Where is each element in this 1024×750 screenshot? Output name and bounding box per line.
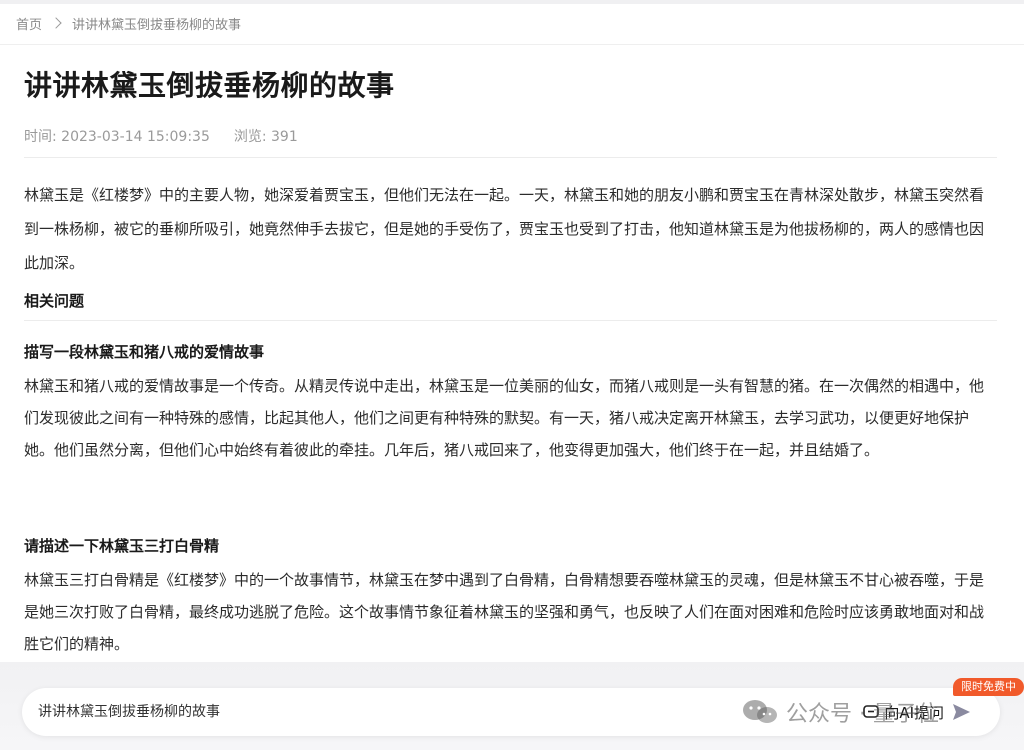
chevron-right-icon xyxy=(50,17,62,29)
related-item: 描写一段林黛玉和猪八戒的爱情故事 林黛玉和猪八戒的爱情故事是一个传奇。从精灵传说… xyxy=(24,338,996,466)
publish-time: 时间: 2023-03-14 15:09:35 xyxy=(24,129,210,145)
divider xyxy=(24,320,997,321)
view-count: 浏览: 391 xyxy=(233,129,298,145)
related-answer: 林黛玉和猪八戒的爱情故事是一个传奇。从精灵传说中走出，林黛玉是一位美丽的仙女，而… xyxy=(24,377,985,459)
ask-ai-button[interactable]: 向AI提问 xyxy=(862,698,944,726)
chat-bubble-icon xyxy=(863,705,880,718)
answer-text: 林黛玉是《红楼梦》中的主要人物，她深爱着贾宝玉，但他们无法在一起。一天，林黛玉和… xyxy=(24,186,985,272)
page: 首页 讲讲林黛玉倒拔垂杨柳的故事 讲讲林黛玉倒拔垂杨柳的故事 时间: 2023-… xyxy=(0,0,1024,750)
article-meta: 时间: 2023-03-14 15:09:35 浏览: 391 xyxy=(24,126,298,146)
related-answer: 林黛玉三打白骨精是《红楼梦》中的一个故事情节，林黛玉在梦中遇到了白骨精，白骨精想… xyxy=(24,571,985,653)
related-questions-heading: 相关问题 xyxy=(24,292,85,310)
breadcrumb-current: 讲讲林黛玉倒拔垂杨柳的故事 xyxy=(72,17,242,33)
breadcrumb: 首页 讲讲林黛玉倒拔垂杨柳的故事 xyxy=(16,12,241,34)
free-badge: 限时免费中 xyxy=(953,678,1024,696)
ask-ai-button-label: 向AI提问 xyxy=(884,703,944,722)
divider xyxy=(24,157,997,158)
send-icon[interactable] xyxy=(950,701,972,723)
divider xyxy=(0,44,1024,45)
breadcrumb-home-link[interactable]: 首页 xyxy=(16,14,42,33)
page-title: 讲讲林黛玉倒拔垂杨柳的故事 xyxy=(24,69,395,102)
related-item: 请描述一下林黛玉三打白骨精 林黛玉三打白骨精是《红楼梦》中的一个故事情节，林黛玉… xyxy=(24,532,996,660)
related-question[interactable]: 请描述一下林黛玉三打白骨精 xyxy=(24,532,996,560)
related-question[interactable]: 描写一段林黛玉和猪八戒的爱情故事 xyxy=(24,338,996,366)
top-strip xyxy=(0,0,1024,4)
ask-input[interactable]: 讲讲林黛玉倒拔垂杨柳的故事 向AI提问 xyxy=(22,688,1000,736)
ask-input-text[interactable]: 讲讲林黛玉倒拔垂杨柳的故事 xyxy=(38,688,220,736)
